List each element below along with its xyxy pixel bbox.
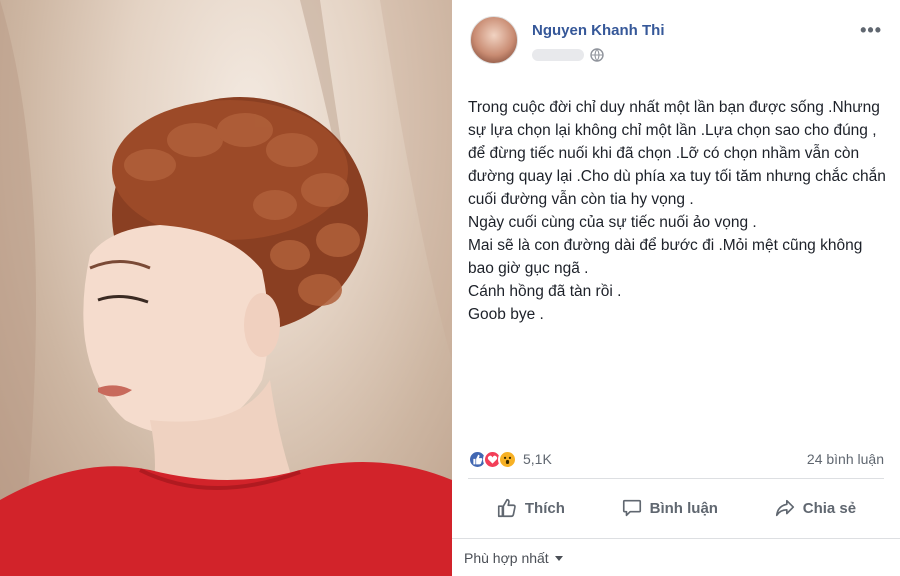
- globe-icon[interactable]: [590, 48, 604, 62]
- author-name[interactable]: Nguyen Khanh Thi: [532, 22, 665, 39]
- share-button[interactable]: Chia sẻ: [774, 497, 856, 519]
- reaction-count: 5,1K: [523, 451, 552, 467]
- divider: [452, 538, 900, 539]
- reactions-summary[interactable]: 5,1K: [468, 449, 552, 469]
- post-paragraph: Mai sẽ là con đường dài để bước đi .Mỏi …: [468, 237, 863, 277]
- action-bar: Thích Bình luận Chia sẻ: [468, 486, 884, 530]
- post-paragraph: Ngày cuối cùng của sự tiếc nuối ảo vọng …: [468, 214, 757, 231]
- comment-count[interactable]: 24 bình luận: [807, 451, 884, 467]
- post-paragraph: Cánh hồng đã tàn rồi .: [468, 283, 622, 300]
- more-options-icon[interactable]: •••: [860, 20, 882, 41]
- comment-icon: [622, 499, 641, 517]
- caret-down-icon: [554, 555, 563, 561]
- portrait-illustration: [0, 0, 452, 576]
- share-icon: [775, 499, 794, 517]
- like-label: Thích: [524, 499, 565, 517]
- post-photo[interactable]: [0, 0, 452, 576]
- comment-button[interactable]: Bình luận: [621, 497, 718, 519]
- reaction-stats: 5,1K 24 bình luận: [468, 448, 884, 470]
- post-panel: Nguyen Khanh Thi ••• Trong cuộc đời chỉ …: [452, 0, 900, 576]
- avatar[interactable]: [470, 16, 518, 64]
- thumbs-up-icon: [497, 498, 516, 518]
- post-meta: [532, 48, 604, 62]
- sort-label: Phù hợp nhất: [464, 550, 549, 566]
- wow-reaction-icon: [498, 449, 517, 469]
- post-paragraph: Trong cuộc đời chỉ duy nhất một lần bạn …: [468, 99, 886, 208]
- comment-label: Bình luận: [649, 499, 718, 517]
- post-paragraph: Goob bye .: [468, 306, 544, 323]
- share-label: Chia sẻ: [802, 499, 857, 517]
- timestamp-redacted[interactable]: [532, 49, 584, 61]
- post-text: Trong cuộc đời chỉ duy nhất một lần bạn …: [468, 96, 888, 326]
- like-button[interactable]: Thích: [496, 497, 565, 519]
- divider: [468, 478, 884, 479]
- comment-sort-dropdown[interactable]: Phù hợp nhất: [464, 550, 563, 566]
